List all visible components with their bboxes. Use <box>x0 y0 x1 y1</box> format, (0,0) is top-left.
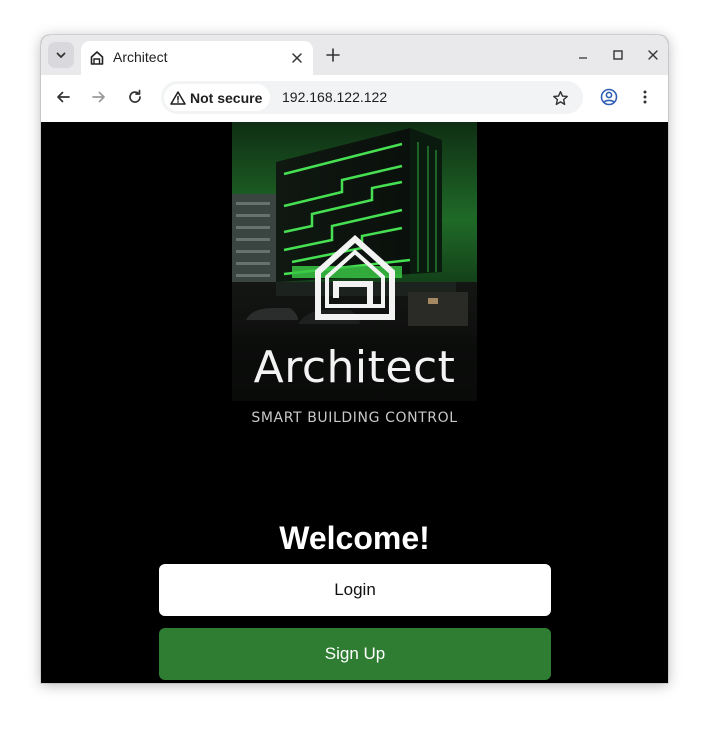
brand-name: Architect <box>253 342 456 393</box>
tagline: SMART BUILDING CONTROL <box>251 410 458 426</box>
arrow-left-icon <box>57 91 70 103</box>
star-icon <box>552 90 568 105</box>
close-window-button[interactable] <box>643 45 663 65</box>
security-label: Not secure <box>190 89 263 106</box>
arrow-right-icon <box>92 91 105 103</box>
minimize-icon <box>579 57 587 59</box>
welcome-heading: Welcome! <box>279 520 430 556</box>
hero-image: Architect <box>232 122 477 401</box>
tab-search-button[interactable] <box>48 42 74 68</box>
signup-button[interactable]: Sign Up <box>159 628 551 680</box>
house-icon <box>90 51 104 65</box>
forward-button[interactable] <box>89 87 109 107</box>
profile-button[interactable] <box>599 87 619 107</box>
address-bar[interactable]: Not secure 192.168.122.122 <box>161 81 583 114</box>
reload-icon <box>129 89 141 103</box>
url-text[interactable]: 192.168.122.122 <box>282 89 387 106</box>
maximize-icon <box>613 50 623 60</box>
bookmark-button[interactable] <box>551 89 569 107</box>
browser-window: Architect Not secure 192.168.122.122 Arc… <box>41 35 668 683</box>
login-button[interactable]: Login <box>159 564 551 616</box>
close-icon <box>648 50 658 60</box>
back-button[interactable] <box>53 87 73 107</box>
browser-menu-button[interactable] <box>635 87 655 107</box>
tab-active[interactable]: Architect <box>81 41 313 75</box>
page-viewport: Architect SMART BUILDING CONTROL Welcome… <box>41 122 668 683</box>
chevron-down-icon <box>56 52 66 58</box>
maximize-button[interactable] <box>608 45 628 65</box>
profile-icon <box>600 88 618 106</box>
browser-toolbar: Not secure 192.168.122.122 <box>41 75 668 123</box>
warning-icon <box>170 90 186 105</box>
tab-close-button[interactable] <box>289 50 305 66</box>
tab-strip: Architect <box>41 35 668 75</box>
tab-title: Architect <box>113 49 168 65</box>
reload-button[interactable] <box>125 87 145 107</box>
minimize-button[interactable] <box>573 45 593 65</box>
new-tab-button[interactable] <box>323 45 343 65</box>
kebab-menu-icon <box>643 90 647 104</box>
security-indicator[interactable]: Not secure <box>164 84 271 111</box>
plus-icon <box>326 48 340 62</box>
close-icon <box>292 53 302 63</box>
